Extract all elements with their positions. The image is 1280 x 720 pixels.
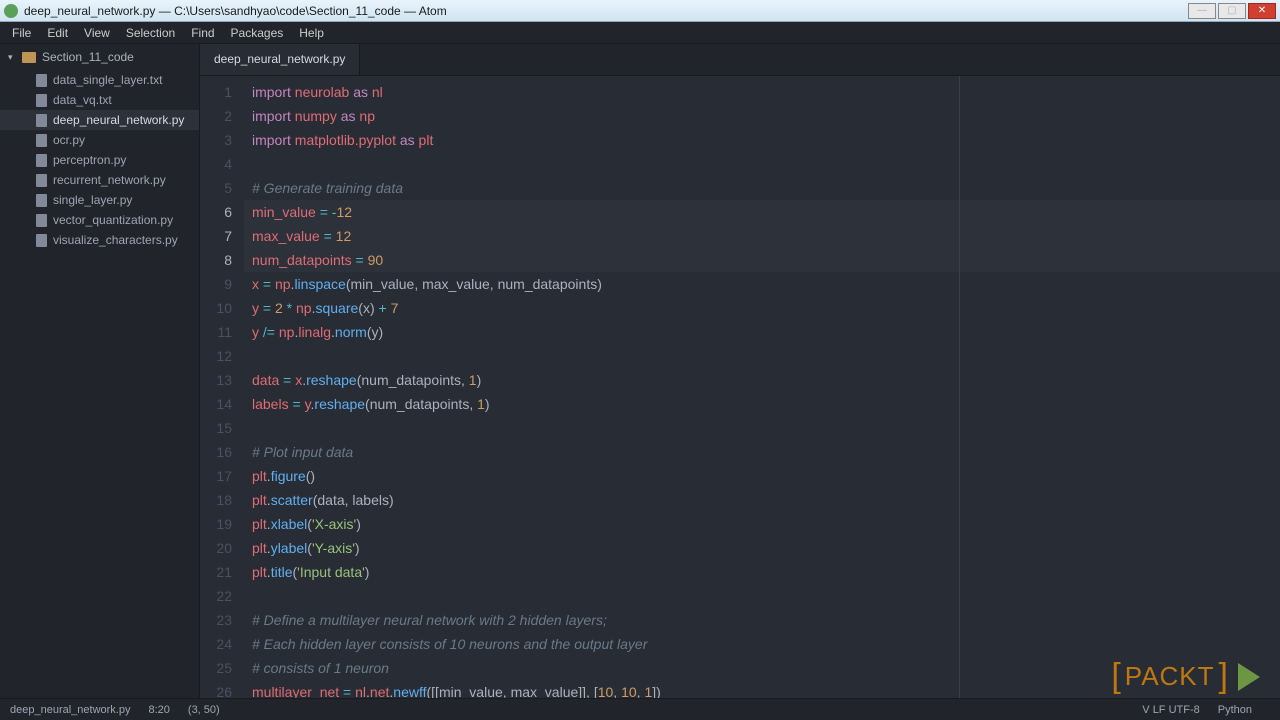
maximize-button[interactable]: ▢ bbox=[1218, 3, 1246, 19]
tree-item[interactable]: recurrent_network.py bbox=[0, 170, 199, 190]
code-line[interactable]: max_value = 12 bbox=[244, 224, 1280, 248]
file-icon bbox=[36, 214, 47, 227]
tree-item[interactable]: perceptron.py bbox=[0, 150, 199, 170]
play-icon[interactable] bbox=[1238, 663, 1260, 691]
tree-item[interactable]: vector_quantization.py bbox=[0, 210, 199, 230]
file-name: deep_neural_network.py bbox=[53, 113, 184, 127]
status-time: 8:20 bbox=[148, 704, 169, 716]
main-area: ▾ Section_11_code data_single_layer.txtd… bbox=[0, 44, 1280, 698]
file-name: visualize_characters.py bbox=[53, 233, 178, 247]
file-icon bbox=[36, 134, 47, 147]
file-name: recurrent_network.py bbox=[53, 173, 166, 187]
folder-name: Section_11_code bbox=[42, 50, 134, 64]
file-name: vector_quantization.py bbox=[53, 213, 173, 227]
menu-selection[interactable]: Selection bbox=[118, 24, 183, 42]
file-name: ocr.py bbox=[53, 133, 85, 147]
editor-area: deep_neural_network.py 12345678910111213… bbox=[200, 44, 1280, 698]
menu-packages[interactable]: Packages bbox=[223, 24, 292, 42]
file-name: data_vq.txt bbox=[53, 93, 112, 107]
code-line[interactable]: plt.xlabel('X-axis') bbox=[244, 512, 1280, 536]
code-line[interactable]: import numpy as np bbox=[244, 104, 1280, 128]
file-icon bbox=[36, 174, 47, 187]
packt-watermark: [ PACKT ] bbox=[1111, 657, 1260, 696]
tree-item[interactable]: visualize_characters.py bbox=[0, 230, 199, 250]
minimap-divider bbox=[959, 76, 960, 698]
code-line[interactable]: labels = y.reshape(num_datapoints, 1) bbox=[244, 392, 1280, 416]
tab-active[interactable]: deep_neural_network.py bbox=[200, 44, 360, 75]
menu-file[interactable]: File bbox=[4, 24, 39, 42]
menu-find[interactable]: Find bbox=[183, 24, 222, 42]
app-icon bbox=[4, 4, 18, 18]
close-button[interactable]: ✕ bbox=[1248, 3, 1276, 19]
code-line[interactable] bbox=[244, 416, 1280, 440]
statusbar: deep_neural_network.py 8:20 (3, 50) V LF… bbox=[0, 698, 1280, 720]
file-icon bbox=[36, 154, 47, 167]
menu-edit[interactable]: Edit bbox=[39, 24, 76, 42]
file-tree-sidebar: ▾ Section_11_code data_single_layer.txtd… bbox=[0, 44, 200, 698]
code-line[interactable] bbox=[244, 584, 1280, 608]
status-language[interactable]: Python bbox=[1218, 704, 1252, 716]
window-title: deep_neural_network.py — C:\Users\sandhy… bbox=[24, 4, 1188, 18]
tree-item[interactable]: deep_neural_network.py bbox=[0, 110, 199, 130]
window-controls: — ▢ ✕ bbox=[1188, 3, 1276, 19]
minimize-button[interactable]: — bbox=[1188, 3, 1216, 19]
file-icon bbox=[36, 194, 47, 207]
file-name: single_layer.py bbox=[53, 193, 132, 207]
code-line[interactable]: plt.title('Input data') bbox=[244, 560, 1280, 584]
tree-item[interactable]: ocr.py bbox=[0, 130, 199, 150]
folder-header[interactable]: ▾ Section_11_code bbox=[0, 44, 199, 70]
menubar: FileEditViewSelectionFindPackagesHelp bbox=[0, 22, 1280, 44]
file-name: data_single_layer.txt bbox=[53, 73, 162, 87]
code-editor[interactable]: 1234567891011121314151617181920212223242… bbox=[200, 76, 1280, 698]
code-line[interactable]: # Define a multilayer neural network wit… bbox=[244, 608, 1280, 632]
file-name: perceptron.py bbox=[53, 153, 126, 167]
code-line[interactable]: import matplotlib.pyplot as plt bbox=[244, 128, 1280, 152]
tree-item[interactable]: data_single_layer.txt bbox=[0, 70, 199, 90]
code-line[interactable]: x = np.linspace(min_value, max_value, nu… bbox=[244, 272, 1280, 296]
file-icon bbox=[36, 94, 47, 107]
chevron-down-icon: ▾ bbox=[8, 52, 16, 63]
status-encoding[interactable]: V LF UTF-8 bbox=[1142, 704, 1199, 716]
code-line[interactable]: data = x.reshape(num_datapoints, 1) bbox=[244, 368, 1280, 392]
status-cursor[interactable]: (3, 50) bbox=[188, 704, 220, 716]
tree-item[interactable]: data_vq.txt bbox=[0, 90, 199, 110]
menu-help[interactable]: Help bbox=[291, 24, 332, 42]
code-line[interactable] bbox=[244, 344, 1280, 368]
file-icon bbox=[36, 74, 47, 87]
titlebar: deep_neural_network.py — C:\Users\sandhy… bbox=[0, 0, 1280, 22]
code-line[interactable]: plt.scatter(data, labels) bbox=[244, 488, 1280, 512]
code-line[interactable]: num_datapoints = 90 bbox=[244, 248, 1280, 272]
tab-bar: deep_neural_network.py bbox=[200, 44, 1280, 76]
code-line[interactable]: y = 2 * np.square(x) + 7 bbox=[244, 296, 1280, 320]
code-line[interactable]: # Plot input data bbox=[244, 440, 1280, 464]
code-line[interactable]: y /= np.linalg.norm(y) bbox=[244, 320, 1280, 344]
file-icon bbox=[36, 234, 47, 247]
tree-item[interactable]: single_layer.py bbox=[0, 190, 199, 210]
menu-view[interactable]: View bbox=[76, 24, 118, 42]
code-line[interactable]: plt.figure() bbox=[244, 464, 1280, 488]
status-file[interactable]: deep_neural_network.py bbox=[10, 704, 130, 716]
code-line[interactable]: # Each hidden layer consists of 10 neuro… bbox=[244, 632, 1280, 656]
code-line[interactable]: plt.ylabel('Y-axis') bbox=[244, 536, 1280, 560]
code-line[interactable] bbox=[244, 152, 1280, 176]
code-line[interactable]: min_value = -12 bbox=[244, 200, 1280, 224]
code-line[interactable]: import neurolab as nl bbox=[244, 80, 1280, 104]
file-icon bbox=[36, 114, 47, 127]
code-line[interactable]: # Generate training data bbox=[244, 176, 1280, 200]
code-content[interactable]: import neurolab as nlimport numpy as npi… bbox=[244, 76, 1280, 698]
folder-icon bbox=[22, 52, 36, 63]
line-gutter: 1234567891011121314151617181920212223242… bbox=[200, 76, 244, 698]
